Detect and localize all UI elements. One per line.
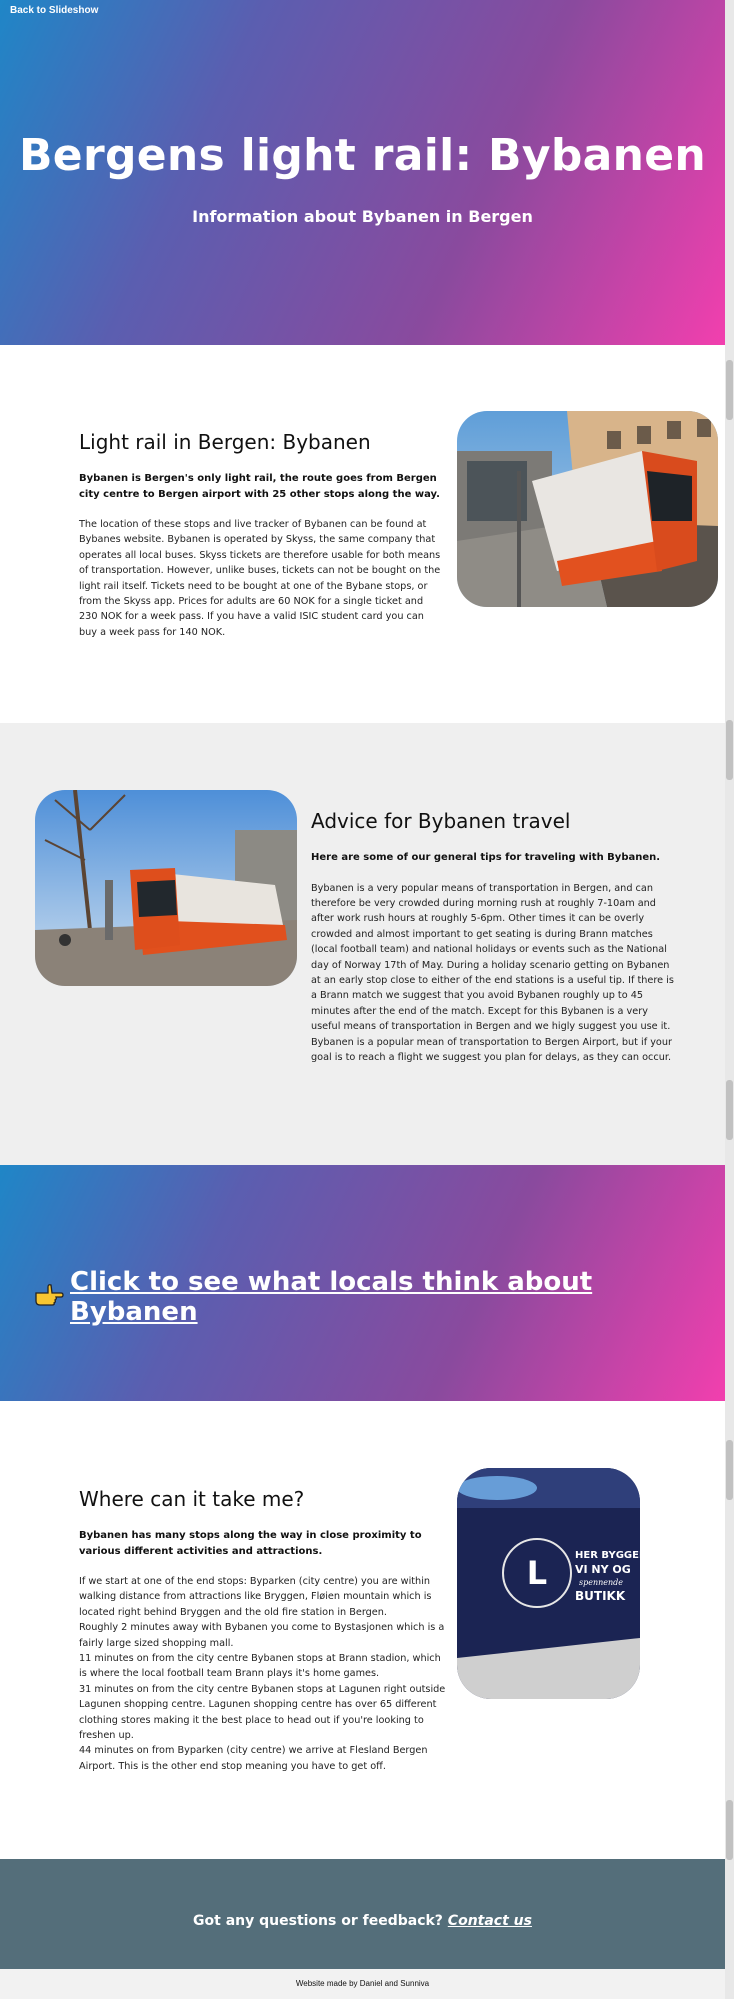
feedback-question: Got any questions or feedback? [193,1913,443,1929]
top-nav: Back to Slideshow [0,0,725,26]
locals-cta-band: Click to see what locals think about Byb… [0,1165,725,1401]
locals-opinion-label: Click to see what locals think about Byb… [70,1267,593,1327]
section-heading: Where can it take me? [79,1487,305,1511]
svg-text:L: L [527,1554,547,1592]
section-heading: Advice for Bybanen travel [311,809,571,833]
section-body: Bybanen is a very popular means of trans… [311,882,674,1063]
section-heading: Light rail in Bergen: Bybanen [79,430,371,454]
travel-advice-section: Advice for Bybanen travel Here are some … [0,723,725,1165]
tram-street-photo [35,790,297,986]
feedback-text: Got any questions or feedback? Contact u… [0,1913,725,1929]
destinations-text: Where can it take me? Bybanen has many s… [79,1487,447,1774]
light-rail-text: Light rail in Bergen: Bybanen Bybanen is… [79,430,444,640]
pointing-hand-icon [34,1281,64,1314]
banner-line-3: spennende [579,1578,623,1587]
section-body: If we start at one of the end stops: Byp… [79,1576,446,1772]
credit-text: Website made by Daniel and Sunniva [295,1979,430,1988]
lagunen-banner-photo: L HER BYGGER VI NY OG spennende BUTIKK [457,1468,640,1699]
feedback-band: Got any questions or feedback? Contact u… [0,1859,725,1969]
destinations-section: Where can it take me? Bybanen has many s… [0,1401,725,1859]
banner-line-4: BUTIKK [575,1589,626,1603]
section-body: The location of these stops and live tra… [79,519,441,638]
section-lead: Bybanen has many stops along the way in … [79,1530,422,1557]
contact-us-link[interactable]: Contact us [448,1913,532,1929]
section-lead: Bybanen is Bergen's only light rail, the… [79,473,440,500]
tram-station-photo [457,411,718,607]
site-credit: Website made by Daniel and Sunniva [0,1969,725,1999]
section-lead: Here are some of our general tips for tr… [311,852,661,863]
banner-line-1: HER BYGGER [575,1550,640,1561]
page-scrollbar[interactable] [725,0,734,1999]
light-rail-section: Light rail in Bergen: Bybanen Bybanen is… [0,345,725,723]
back-to-slideshow-link[interactable]: Back to Slideshow [10,5,98,16]
locals-opinion-link[interactable]: Click to see what locals think about Byb… [34,1267,725,1327]
page-title: Bergens light rail: Bybanen [18,130,707,181]
hero-banner: Bergens light rail: Bybanen Information … [0,0,725,345]
banner-line-2: VI NY OG [575,1563,631,1576]
page-subtitle: Information about Bybanen in Bergen [192,207,533,226]
travel-advice-text: Advice for Bybanen travel Here are some … [311,809,679,1065]
